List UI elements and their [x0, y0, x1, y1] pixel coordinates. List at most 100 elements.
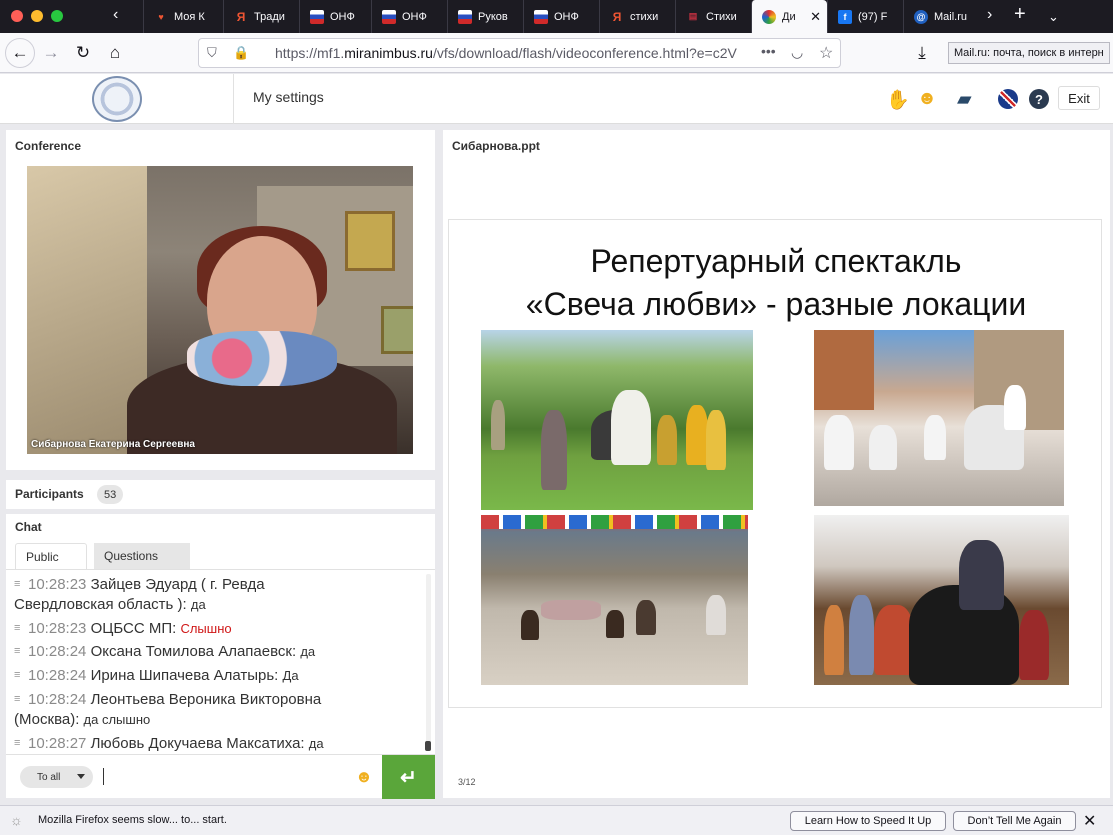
exit-button[interactable]: Exit — [1058, 86, 1100, 110]
tab-public[interactable]: Public — [15, 543, 87, 569]
close-tab-icon[interactable]: ✕ — [810, 9, 821, 25]
slide-photo — [481, 515, 748, 685]
recipient-select[interactable]: To all — [20, 766, 93, 788]
message-menu-icon[interactable]: ≡ — [14, 618, 23, 638]
download-icon[interactable]: ⤓ — [910, 41, 934, 65]
my-settings-link[interactable]: My settings — [253, 89, 324, 105]
chat-input-cursor[interactable] — [103, 768, 104, 785]
chat-message: ≡ 10:28:24 Леонтьева Вероника Викторовна(… — [14, 689, 322, 728]
pocket-icon[interactable]: ◡ — [791, 44, 803, 61]
forward-icon[interactable]: → — [39, 41, 63, 65]
chat-scrollbar[interactable] — [426, 574, 431, 751]
video-person — [187, 331, 337, 386]
photo-figure — [874, 605, 914, 675]
learn-speed-up-button[interactable]: Learn How to Speed It Up — [790, 811, 946, 831]
browser-tab[interactable]: @ Mail.ru — [903, 0, 979, 33]
speaker-video[interactable]: Сибарнова Екатерина Сергеевна — [27, 166, 413, 454]
tab-scroll-right-icon[interactable]: › — [987, 6, 992, 24]
slide-page-number: 3/12 — [458, 777, 476, 787]
app-header: My settings ✋ ☻ ▰ ? Exit — [0, 74, 1113, 124]
slide-photo — [814, 515, 1069, 685]
conference-title: Conference — [15, 139, 82, 153]
mail-icon: @ — [914, 9, 928, 24]
url-text[interactable]: https://mf1.miranimbus.ru/vfs/download/f… — [275, 45, 745, 61]
photo-figure — [611, 390, 651, 465]
message-menu-icon[interactable]: ≡ — [14, 733, 23, 753]
close-window-button[interactable] — [11, 10, 23, 22]
language-flag-icon[interactable] — [998, 89, 1018, 109]
chat-scrollbar-thumb[interactable] — [425, 741, 431, 751]
new-tab-icon[interactable]: + — [1014, 3, 1026, 26]
emoji-icon[interactable]: ☻ — [355, 767, 373, 787]
message-menu-icon[interactable]: ≡ — [14, 574, 23, 594]
more-icon[interactable]: ••• — [761, 43, 776, 59]
browser-tab-active[interactable]: Ди ✕ — [751, 0, 827, 33]
chat-messages: ≡ ≡10:28:23 Зайцев Эдуард ( г. РевдаСвер… — [6, 569, 435, 754]
tab-list-icon[interactable]: ⌄ — [1048, 9, 1059, 25]
chat-input-area[interactable]: To all ☻ ↵ — [6, 754, 435, 799]
yandex-icon: Я — [612, 9, 622, 24]
close-icon[interactable]: ✕ — [1083, 811, 1096, 831]
folder-icon[interactable]: ▰ — [957, 88, 972, 111]
photo-figure — [541, 600, 601, 620]
facebook-icon: f — [838, 9, 852, 24]
book-icon: ▤ — [688, 11, 698, 21]
yandex-icon: Я — [236, 9, 246, 24]
message-menu-icon[interactable]: ≡ — [14, 689, 23, 709]
browser-tab[interactable]: ▤ Стихи — [675, 0, 751, 33]
browser-tab[interactable]: ОНФ — [523, 0, 599, 33]
help-icon[interactable]: ? — [1029, 89, 1049, 109]
home-icon[interactable]: ⌂ — [103, 41, 127, 65]
photo-figure — [541, 410, 567, 490]
browser-tab[interactable]: ♥ Моя К — [143, 0, 223, 33]
presentation-slide[interactable]: Репертуарный спектакль «Свеча любви» - ра… — [448, 219, 1102, 708]
photo-figure — [849, 595, 874, 675]
photo-figure — [924, 415, 946, 460]
emoji-status-icon[interactable]: ☻ — [917, 88, 937, 110]
header-divider — [233, 74, 234, 124]
chat-title: Chat — [15, 520, 42, 534]
heart-icon: ♥ — [158, 11, 164, 22]
photo-figure — [706, 410, 726, 470]
send-button[interactable]: ↵ — [382, 755, 435, 799]
lock-icon[interactable]: 🔒 — [233, 45, 249, 61]
chat-panel: Chat Public Questions ≡ ≡10:28:23 Зайцев… — [6, 514, 435, 799]
minimize-window-button[interactable] — [31, 10, 43, 22]
browser-tab[interactable]: f (97) F — [827, 0, 903, 33]
dont-tell-again-button[interactable]: Don’t Tell Me Again — [953, 811, 1076, 831]
speaker-name: Сибарнова Екатерина Сергеевна — [31, 439, 195, 450]
participants-count-badge: 53 — [97, 485, 124, 504]
tab-questions[interactable]: Questions — [94, 543, 190, 569]
message-menu-icon[interactable]: ≡ — [14, 665, 23, 685]
browser-tab[interactable]: Руков — [447, 0, 523, 33]
url-bar[interactable]: ⛉ 🔒 https://mf1.miranimbus.ru/vfs/downlo… — [198, 38, 841, 68]
notification-icon: ☼ — [10, 812, 23, 828]
message-menu-icon[interactable]: ≡ — [14, 641, 23, 661]
participants-title[interactable]: Participants — [15, 487, 84, 501]
browser-tab[interactable]: Ястихи — [599, 0, 675, 33]
flag-icon — [310, 9, 324, 24]
participants-panel[interactable]: Participants 53 — [6, 480, 435, 509]
photo-figure — [1019, 610, 1049, 680]
flag-icon — [458, 9, 472, 24]
back-icon[interactable]: ← — [5, 38, 35, 68]
zoom-window-button[interactable] — [51, 10, 63, 22]
photo-figure — [824, 605, 844, 675]
browser-tab[interactable]: ОНФ — [371, 0, 447, 33]
tab-scroll-left-icon[interactable]: ‹ — [113, 6, 118, 24]
raise-hand-icon[interactable]: ✋ — [886, 88, 910, 112]
photo-figure — [686, 405, 708, 465]
bookmark-star-icon[interactable]: ☆ — [819, 43, 833, 63]
browser-tab[interactable]: ОНФ — [299, 0, 371, 33]
shield-icon[interactable]: ⛉ — [207, 45, 217, 61]
browser-tab[interactable]: Я Тради — [223, 0, 299, 33]
video-wall-picture — [345, 211, 395, 271]
photo-figure — [869, 425, 897, 470]
photo-flags — [481, 515, 748, 529]
reload-icon[interactable]: ↻ — [71, 41, 95, 65]
photo-figure — [657, 415, 677, 465]
chat-message: ≡ 10:28:24 Ирина Шипачева Алатырь: Да — [14, 665, 299, 685]
conference-icon — [762, 9, 776, 24]
chat-message: ≡ 10:28:23 ОЦБСС МП: Слышно — [14, 618, 232, 638]
chat-message: ≡ 10:28:27 Любовь Докучаева Максатиха: да — [14, 733, 324, 753]
